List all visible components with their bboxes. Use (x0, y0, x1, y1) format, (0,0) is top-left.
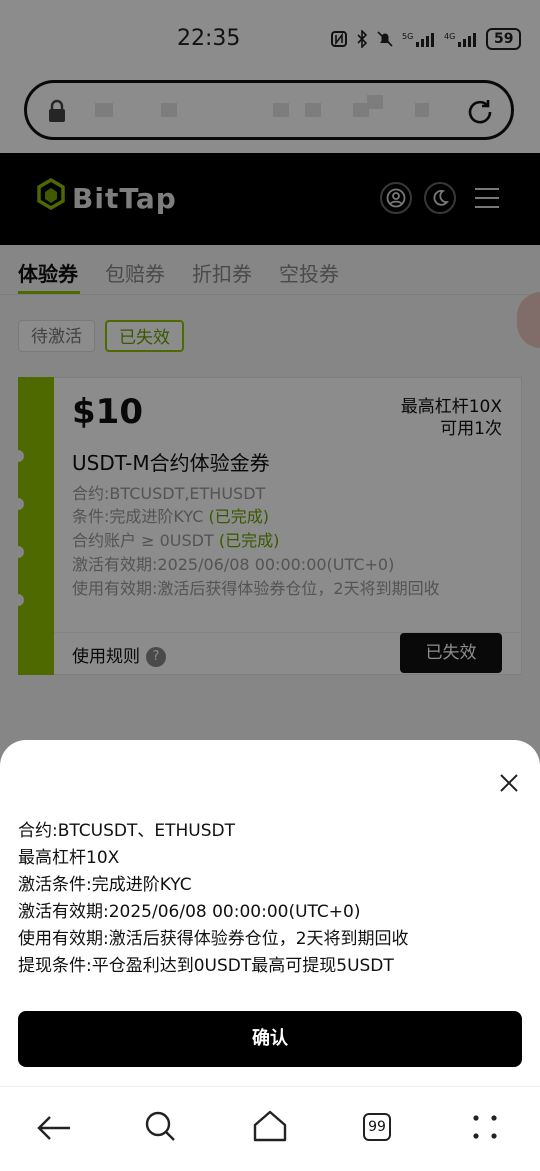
sheet-line-activation-period: 激活有效期:2025/06/08 00:00:00(UTC+0) (18, 902, 361, 922)
back-arrow-icon[interactable] (36, 1112, 72, 1144)
confirm-button[interactable]: 确认 (18, 1011, 522, 1067)
sheet-line-activation-condition: 激活条件:完成进阶KYC (18, 875, 192, 895)
home-icon[interactable] (252, 1108, 288, 1144)
tabs-icon[interactable]: 99 (363, 1113, 391, 1141)
sheet-line-usage-period: 使用有效期:激活后获得体验券仓位，2天将到期回收 (18, 929, 409, 949)
sheet-line-contract: 合约:BTCUSDT、ETHUSDT (18, 821, 235, 841)
search-icon[interactable] (144, 1110, 178, 1144)
more-icon[interactable] (470, 1112, 502, 1144)
sheet-line-withdraw-condition: 提现条件:平仓盈利达到0USDT最高可提现5USDT (18, 956, 394, 976)
sheet-line-leverage: 最高杠杆10X (18, 848, 120, 868)
close-icon[interactable] (498, 772, 520, 794)
